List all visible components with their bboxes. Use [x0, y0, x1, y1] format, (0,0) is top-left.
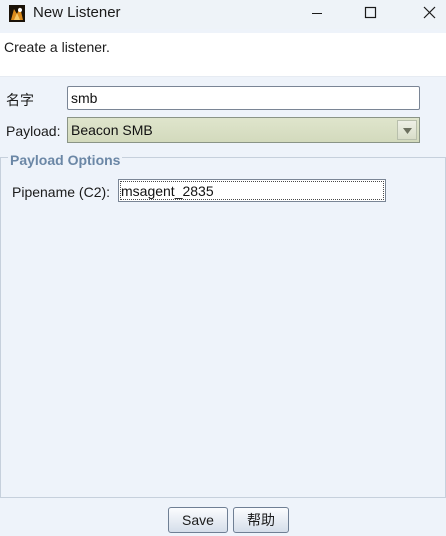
new-listener-window: New Listener Create a listener. 名字 Paylo… [0, 0, 446, 536]
payload-select[interactable]: Beacon SMB [67, 117, 420, 143]
payload-options-group [0, 157, 446, 498]
app-icon [9, 5, 25, 22]
minimize-button[interactable] [295, 0, 339, 29]
name-input[interactable] [67, 86, 420, 110]
payload-label: Payload: [6, 123, 61, 139]
title-bar: New Listener [0, 0, 446, 29]
chevron-down-icon [403, 128, 412, 134]
close-icon [423, 6, 436, 19]
pipename-label: Pipename (C2): [12, 184, 111, 200]
name-label: 名字 [6, 92, 34, 108]
payload-options-title: Payload Options [8, 152, 123, 168]
header-divider [0, 76, 446, 77]
help-button[interactable]: 帮助 [233, 507, 289, 533]
save-button[interactable]: Save [168, 507, 228, 533]
payload-dropdown-button[interactable] [397, 120, 417, 140]
maximize-button[interactable] [347, 0, 391, 29]
payload-selected-value: Beacon SMB [71, 122, 153, 138]
minimize-icon [312, 13, 322, 14]
window-title: New Listener [33, 4, 121, 21]
maximize-icon [364, 6, 377, 19]
dialog-header: Create a listener. [0, 33, 446, 76]
close-button[interactable] [401, 0, 445, 29]
pipename-input[interactable] [118, 179, 386, 202]
header-description: Create a listener. [4, 39, 110, 55]
